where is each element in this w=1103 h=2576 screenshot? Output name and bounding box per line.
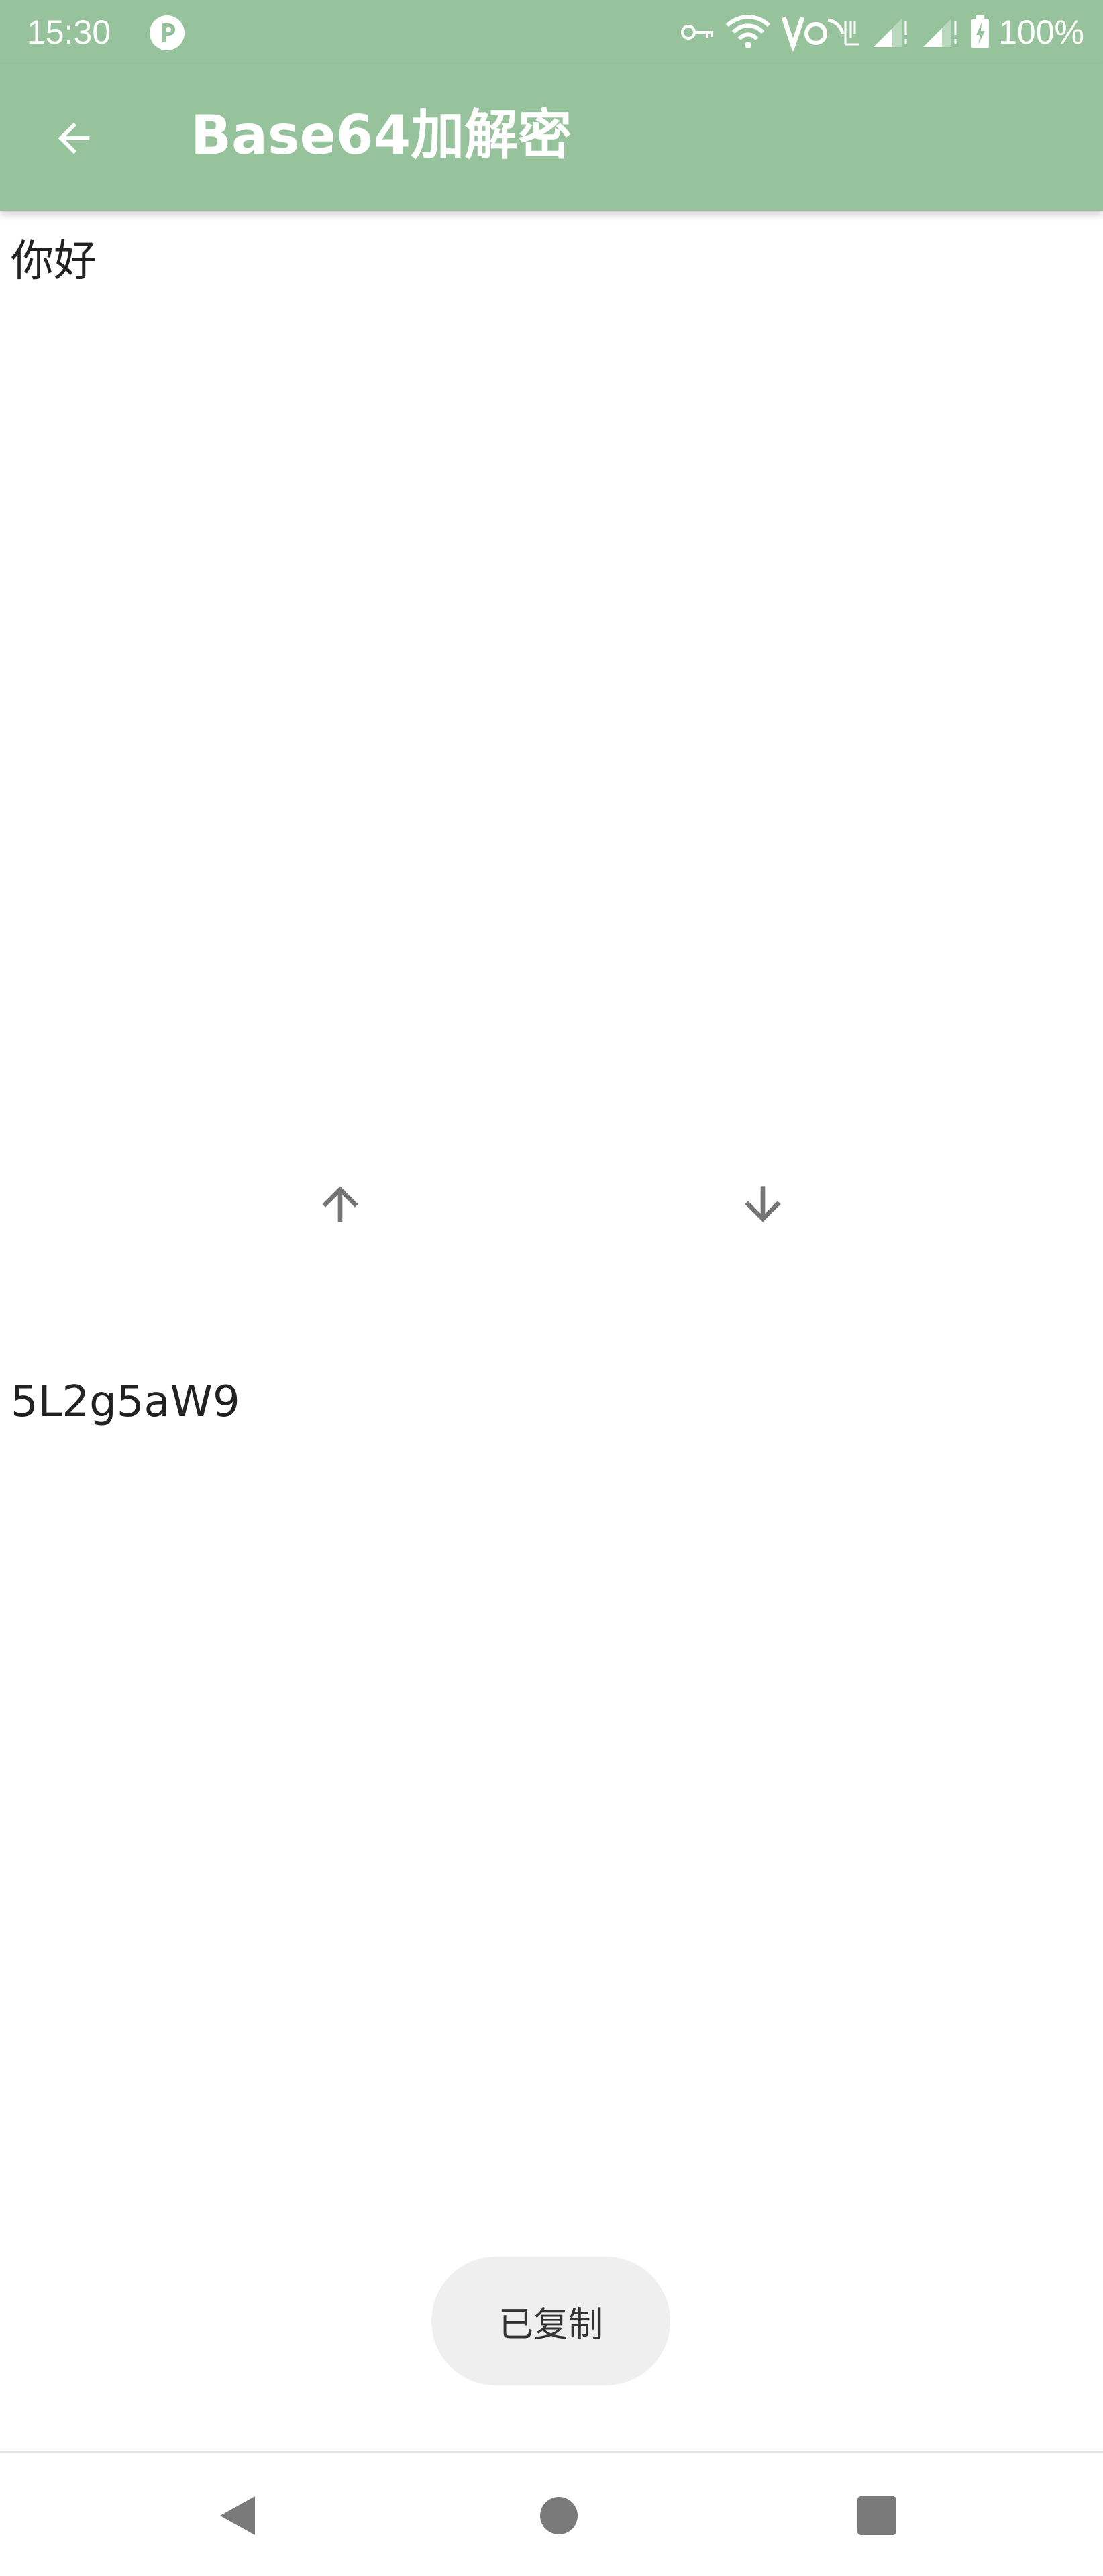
back-button[interactable] (40, 105, 107, 172)
page-title: Base64加解密 (191, 104, 572, 166)
copied-toast: 已复制 (431, 2257, 670, 2385)
toast-message: 已复制 (498, 2304, 603, 2345)
app-bar: Base64加解密 (0, 64, 1103, 211)
output-text-value: 5L2g5aW9 (11, 1377, 240, 1427)
arrow-back-icon (58, 122, 90, 154)
home-circle-icon (540, 2497, 578, 2534)
status-icons: 100% (671, 11, 1084, 54)
encode-button[interactable] (303, 1167, 377, 1241)
status-bar: 15:30 100% (0, 0, 1103, 64)
vpn-key-icon (680, 13, 715, 51)
input-text-field[interactable]: 你好 (11, 235, 1084, 1107)
signal-icon (871, 13, 911, 51)
nav-home-button[interactable] (522, 2479, 596, 2553)
app-notification-icon (148, 13, 187, 52)
status-time: 15:30 (27, 13, 111, 51)
output-text-field[interactable]: 5L2g5aW9 (11, 1375, 1084, 2180)
input-text-value: 你好 (11, 237, 97, 286)
navigation-bar (0, 2451, 1103, 2576)
screen: 15:30 100% Base64加解密 你好 5L2g5aW9 已复制 (0, 0, 1103, 2576)
arrow-down-icon (745, 1186, 781, 1222)
battery-charging-icon (970, 13, 990, 51)
decode-button[interactable] (726, 1167, 800, 1241)
nav-back-button[interactable] (201, 2479, 275, 2553)
recents-square-icon (857, 2496, 896, 2535)
back-triangle-icon (220, 2496, 255, 2535)
arrow-up-icon (322, 1186, 358, 1222)
signal-icon (921, 13, 961, 51)
nav-recents-button[interactable] (840, 2479, 914, 2553)
volte-icon (781, 13, 861, 51)
battery-percent: 100% (998, 13, 1084, 51)
wifi-icon (725, 13, 772, 51)
